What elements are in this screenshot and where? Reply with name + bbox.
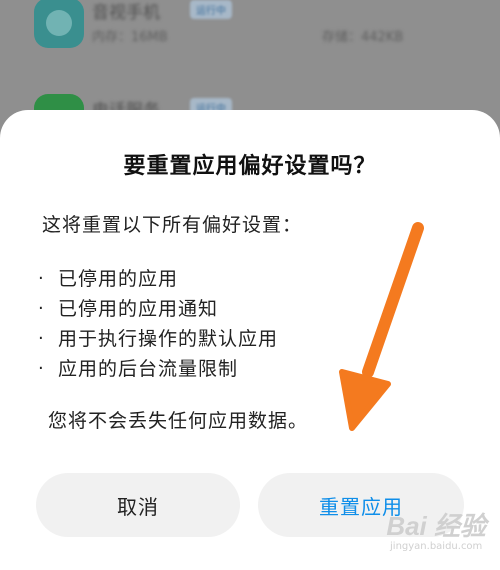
app-name: 音视手机 xyxy=(92,3,160,23)
dialog-intro: 这将重置以下所有偏好设置： xyxy=(42,214,303,236)
list-item: · 已停用的应用通知 xyxy=(38,294,278,324)
bullet-dot: · xyxy=(38,328,45,349)
bullet-dot: · xyxy=(38,358,45,379)
dialog-note: 您将不会丢失任何应用数据。 xyxy=(48,410,309,432)
list-item: · 应用的后台流量限制 xyxy=(38,354,278,384)
preference-list: · 已停用的应用 · 已停用的应用通知 · 用于执行操作的默认应用 · 应用的后… xyxy=(38,264,278,384)
bullet-dot: · xyxy=(38,298,45,319)
list-item: · 用于执行操作的默认应用 xyxy=(38,324,278,354)
cancel-button[interactable]: 取消 xyxy=(36,473,240,537)
status-badge: 运行中 xyxy=(190,0,232,19)
watermark-url: jingyan.baidu.com xyxy=(390,541,483,552)
list-item: · 已停用的应用 xyxy=(38,264,278,294)
app-storage: 存储：442KB xyxy=(322,30,404,45)
watermark: Bai 经验 jingyan.baidu.com xyxy=(386,506,486,552)
bullet-dot: · xyxy=(38,268,45,289)
bullet-text: 已停用的应用通知 xyxy=(58,298,219,320)
list-item: 音视手机 运行中 内存：16MB 存储：442KB xyxy=(0,0,500,62)
app-icon xyxy=(34,0,84,48)
bullet-text: 应用的后台流量限制 xyxy=(58,358,239,380)
dialog-title: 要重置应用偏好设置吗？ xyxy=(123,154,377,179)
app-memory: 内存：16MB xyxy=(92,30,168,45)
bullet-text: 已停用的应用 xyxy=(58,268,179,290)
reset-preferences-dialog: 要重置应用偏好设置吗？ 这将重置以下所有偏好设置： · 已停用的应用 · 已停用… xyxy=(0,110,500,570)
bullet-text: 用于执行操作的默认应用 xyxy=(58,328,279,350)
watermark-logo: Bai 经验 xyxy=(386,511,486,541)
